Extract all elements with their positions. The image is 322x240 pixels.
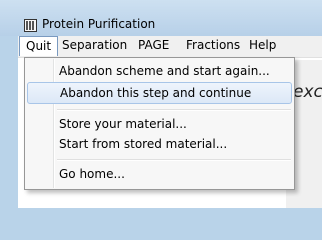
menu-item-abandon-step[interactable]: Abandon this step and continue [27,82,292,104]
menu-separator [57,159,291,161]
menu-item-store-material[interactable]: Store your material... [27,113,292,135]
menu-separation[interactable]: Separation [56,36,133,55]
menu-bar: Quit Separation PAGE Fractions Help [18,36,322,58]
window-title: Protein Purification [42,17,156,31]
window-frame-left [0,36,18,208]
menu-item-go-home[interactable]: Go home... [27,163,292,185]
background-heading: exc [293,82,322,102]
menu-quit[interactable]: Quit [19,36,59,56]
title-bar: Protein Purification [0,0,322,36]
menu-page[interactable]: PAGE [132,36,175,55]
menu-fractions[interactable]: Fractions [180,36,246,55]
menu-help[interactable]: Help [243,36,282,55]
menu-item-start-stored[interactable]: Start from stored material... [27,133,292,155]
menu-separator [57,109,291,111]
menu-item-abandon-scheme[interactable]: Abandon scheme and start again... [27,60,292,82]
quit-menu-dropdown: Abandon scheme and start again... Abando… [24,57,295,190]
app-icon[interactable] [24,19,37,32]
